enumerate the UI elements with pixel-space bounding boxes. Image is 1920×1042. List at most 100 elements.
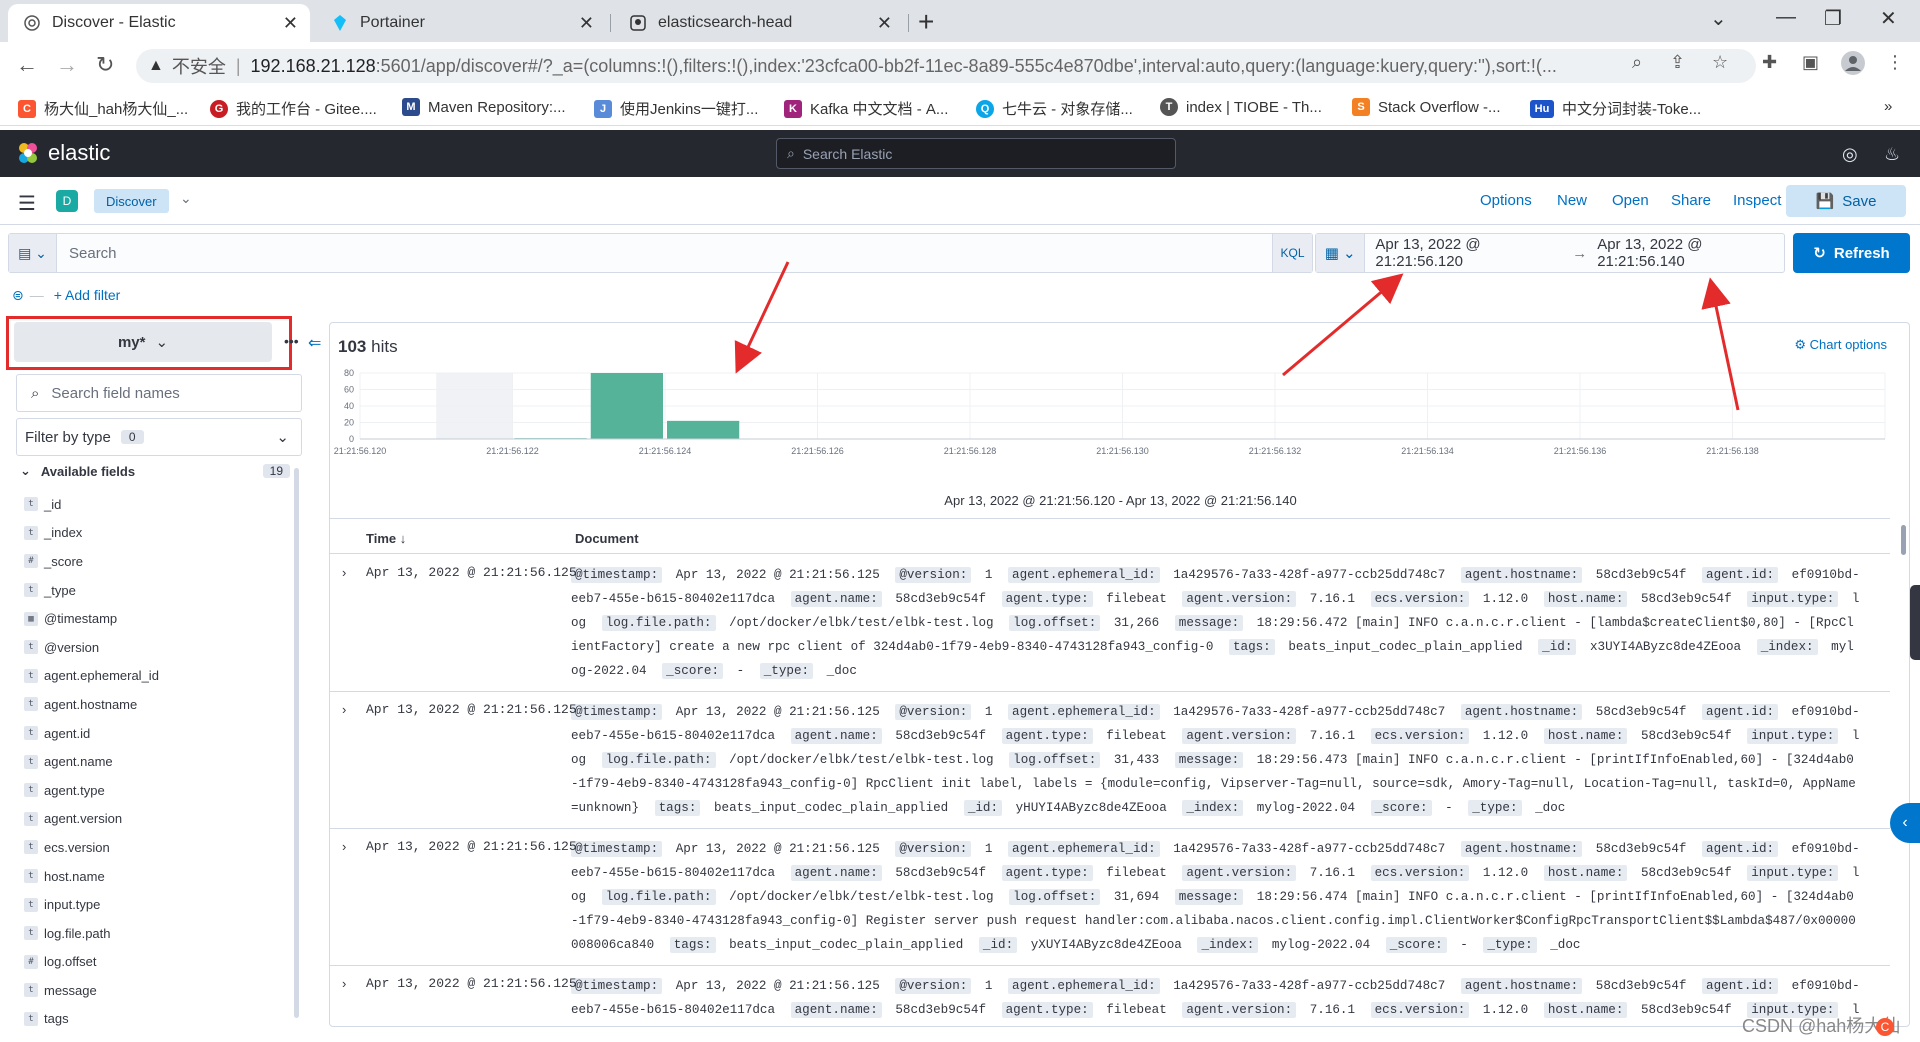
close-icon[interactable]: ✕ [579, 13, 594, 34]
bookmark-item[interactable]: Q 七牛云 - 对象存储... [976, 98, 1133, 119]
share-icon[interactable]: ⇪ [1670, 52, 1685, 73]
forward-icon[interactable]: → [56, 52, 78, 78]
histogram-chart[interactable]: 0 20 40 60 80 21:21:56.120 21:21:56.122 21:21:5… [330, 363, 1910, 483]
window-close-icon[interactable]: ✕ [1880, 6, 1897, 31]
field-item[interactable]: t ecs.version [24, 833, 294, 862]
available-fields-header[interactable]: ⌄ Available fields 19 [20, 463, 290, 479]
filter-options-icon[interactable]: ⊜ [12, 287, 24, 304]
insecure-label: 不安全 [171, 57, 226, 77]
field-item[interactable]: t @version [24, 633, 294, 662]
tab-elasticsearch-head[interactable]: elasticsearch-head ✕ [614, 4, 904, 42]
save-label: Save [1842, 192, 1877, 210]
sidepanel-icon[interactable]: ▣ [1802, 52, 1819, 73]
date-start[interactable]: Apr 13, 2022 @ 21:21:56.120 [1375, 236, 1562, 270]
field-item[interactable]: t agent.ephemeral_id [24, 662, 294, 691]
page-scrollbar[interactable] [1910, 585, 1920, 660]
bookmark-item[interactable]: M Maven Repository:... [402, 98, 566, 116]
reload-icon[interactable]: ↻ [96, 52, 114, 78]
field-type-icon: t [24, 525, 38, 540]
table-row[interactable]: › Apr 13, 2022 @ 21:21:56.125 @timestamp: … [330, 555, 1890, 692]
refresh-button[interactable]: ↻ Refresh [1793, 233, 1910, 273]
inspect-link[interactable]: Inspect [1733, 192, 1781, 209]
table-row[interactable]: › Apr 13, 2022 @ 21:21:56.125 @timestamp: … [330, 829, 1890, 966]
menu-icon[interactable]: ☰ [18, 191, 36, 216]
expand-row-icon[interactable]: › [342, 839, 346, 854]
field-item[interactable]: t agent.name [24, 747, 294, 776]
query-input[interactable]: Search [57, 245, 1272, 262]
table-row[interactable]: › Apr 13, 2022 @ 21:21:56.125 @timestamp: … [330, 966, 1890, 1026]
field-item[interactable]: t host.name [24, 862, 294, 891]
field-item[interactable]: t _index [24, 519, 294, 548]
new-tab-button[interactable]: + [918, 6, 934, 38]
doc-field-key: agent.hostname: [1460, 567, 1583, 583]
field-item[interactable]: t agent.version [24, 805, 294, 834]
minimize-icon[interactable]: — [1776, 6, 1796, 29]
bookmark-item[interactable]: K Kafka 中文文档 - A... [784, 98, 948, 119]
open-link[interactable]: Open [1612, 192, 1649, 209]
add-filter-link[interactable]: + Add filter [54, 287, 121, 303]
browser-menu-icon[interactable]: ⋮ [1886, 52, 1904, 73]
kql-toggle[interactable]: KQL [1272, 234, 1312, 272]
field-item[interactable]: t message [24, 976, 294, 1005]
doc-field-key: tags: [654, 800, 701, 816]
field-item[interactable]: # log.offset [24, 948, 294, 977]
close-icon[interactable]: ✕ [283, 13, 298, 34]
maximize-icon[interactable]: ❐ [1824, 6, 1842, 31]
saved-query-icon[interactable]: ▤ ⌄ [9, 234, 57, 272]
column-time[interactable]: Time ↓ [366, 531, 406, 546]
warning-icon[interactable]: ▲ [148, 57, 164, 75]
tab-discover-elastic[interactable]: Discover - Elastic ✕ [8, 4, 310, 42]
collapse-sidebar-icon[interactable]: ⇐ [308, 333, 321, 353]
space-avatar[interactable]: D [56, 190, 78, 212]
calendar-icon[interactable]: ▦ ⌄ [1316, 234, 1366, 272]
help-icon[interactable]: ◎ [1842, 144, 1858, 165]
share-link[interactable]: Share [1671, 192, 1711, 209]
expand-row-icon[interactable]: › [342, 565, 346, 580]
bookmark-item[interactable]: C 杨大仙_hah杨大仙_... [18, 98, 188, 119]
date-end[interactable]: Apr 13, 2022 @ 21:21:56.140 [1597, 236, 1784, 270]
sidebar-scrollbar[interactable] [294, 468, 299, 1018]
field-item[interactable]: t _type [24, 576, 294, 605]
bookmark-item[interactable]: S Stack Overflow -... [1352, 98, 1501, 116]
field-item[interactable]: t tags [24, 1005, 294, 1034]
field-item[interactable]: t agent.type [24, 776, 294, 805]
table-scrollbar[interactable] [1901, 525, 1906, 555]
back-icon[interactable]: ← [16, 52, 38, 78]
breadcrumb[interactable]: Discover [94, 189, 169, 213]
elastic-logo[interactable]: elastic [16, 140, 110, 166]
field-search-input[interactable]: ⌕ Search field names [16, 374, 302, 412]
expand-row-icon[interactable]: › [342, 976, 346, 991]
field-item[interactable]: t agent.hostname [24, 690, 294, 719]
index-pattern-selector[interactable]: my* ⌄ [14, 322, 272, 362]
filter-by-type-button[interactable]: Filter by type 0 ⌄ [16, 418, 302, 456]
zoom-icon[interactable]: ⌕ [1632, 52, 1642, 73]
profile-avatar-icon[interactable] [1840, 50, 1866, 82]
global-search-input[interactable]: ⌕ Search Elastic [776, 138, 1176, 169]
save-button[interactable]: 💾 Save [1786, 185, 1906, 217]
bookmark-item[interactable]: J 使用Jenkins一键打... [594, 98, 758, 119]
field-item[interactable]: ▦ @timestamp [24, 604, 294, 633]
bookmark-item[interactable]: G 我的工作台 - Gitee.... [210, 98, 377, 119]
chart-options-button[interactable]: ⚙ Chart options [1794, 337, 1887, 353]
field-item[interactable]: t log.file.path [24, 919, 294, 948]
address-bar[interactable]: ▲ 不安全 | 192.168.21.128 :5601/app/discove… [136, 49, 1756, 83]
field-item[interactable]: t _id [24, 490, 294, 519]
more-options-icon[interactable]: ••• [284, 333, 299, 349]
tab-search-icon[interactable]: ⌄ [1710, 6, 1727, 31]
close-icon[interactable]: ✕ [877, 13, 892, 34]
field-item[interactable]: # _score [24, 547, 294, 576]
table-row[interactable]: › Apr 13, 2022 @ 21:21:56.125 @timestamp: … [330, 692, 1890, 829]
expand-row-icon[interactable]: › [342, 702, 346, 717]
tab-portainer[interactable]: Portainer ✕ [316, 4, 606, 42]
bookmark-item[interactable]: Hu 中文分词封装-Toke... [1530, 98, 1701, 119]
newsfeed-icon[interactable]: ♨ [1884, 144, 1900, 165]
field-item[interactable]: t agent.id [24, 719, 294, 748]
extensions-icon[interactable]: ✚ [1762, 52, 1777, 73]
bookmark-star-icon[interactable]: ☆ [1712, 52, 1728, 73]
chevron-down-icon[interactable]: ⌄ [180, 190, 192, 207]
bookmark-item[interactable]: Tindex | TIOBE - Th... [1160, 98, 1322, 116]
new-link[interactable]: New [1557, 192, 1587, 209]
options-link[interactable]: Options [1480, 192, 1532, 209]
bookmarks-overflow-icon[interactable]: » [1884, 98, 1892, 115]
field-item[interactable]: t input.type [24, 890, 294, 919]
